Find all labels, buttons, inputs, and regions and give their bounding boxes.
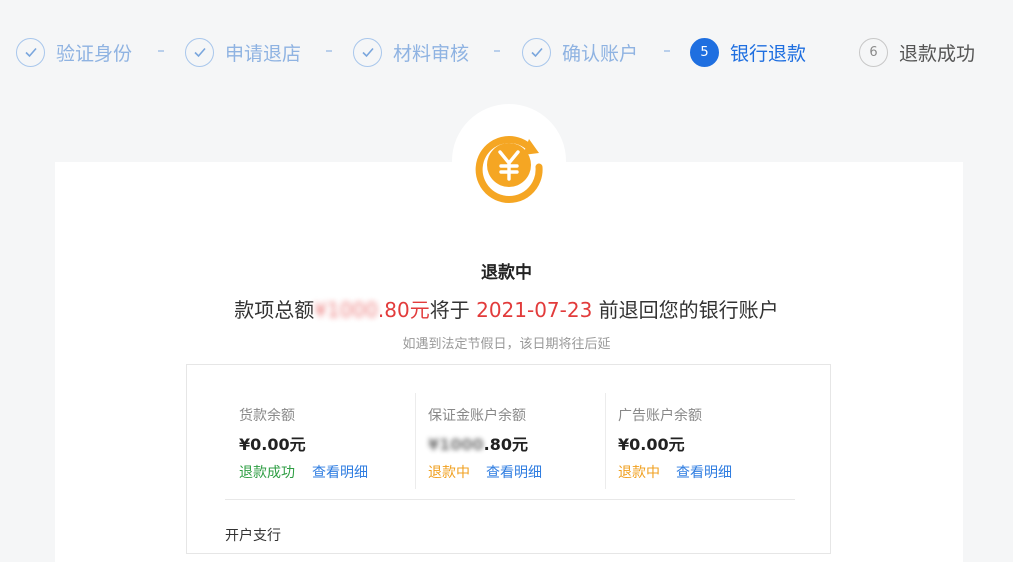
check-icon [353,37,382,67]
step-separator [326,50,332,52]
refund-suffix: 前退回您的银行账户 [592,298,779,322]
refund-amount-masked: ¥1000 [314,298,378,322]
balance-amount: ¥0.00元 [239,435,306,454]
divider [225,499,795,500]
balance-status: 退款中 [618,465,660,481]
step-refund-success: 6 退款成功 [859,36,975,68]
balance-amount-visible: .80元 [483,435,529,454]
balance-label: 广告账户余额 [618,408,702,424]
view-details-link[interactable]: 查看明细 [676,462,732,482]
balance-columns: 货款余额 ¥0.00元 退款成功 查看明细 保证金账户余额 ¥1000.80元 … [187,365,832,499]
step-apply-close-store: 申请退店 [185,36,301,68]
column-divider [415,393,416,489]
refund-mid-text: 将于 [429,298,477,322]
step-separator [158,50,164,52]
step-bank-refund: 5 银行退款 [690,36,806,68]
holiday-note: 如遇到法定节假日，该日期将往后延 [402,337,611,352]
balance-detail-box: 货款余额 ¥0.00元 退款成功 查看明细 保证金账户余额 ¥1000.80元 … [186,364,831,554]
deposit-balance-column: 保证金账户余额 ¥1000.80元 退款中 查看明细 [428,365,598,499]
yen-refund-icon [475,136,543,203]
step-label: 验证身份 [56,42,133,65]
column-divider [605,393,606,489]
step-label: 退款成功 [899,42,976,65]
step-separator [494,50,500,52]
step-label: 申请退店 [225,42,302,65]
step-number: 6 [859,37,888,67]
refund-summary: 款项总额¥1000.80元将于 2021-07-23 前退回您的银行账户 [0,294,1013,323]
step-number: 5 [690,37,719,67]
check-icon [16,37,45,67]
refund-status-title: 退款中 [481,263,532,283]
check-icon [522,37,551,67]
view-details-link[interactable]: 查看明细 [312,462,368,482]
step-verify-identity: 验证身份 [16,36,132,68]
step-label: 材料审核 [393,42,470,65]
step-confirm-account: 确认账户 [522,36,638,68]
refund-amount: .80元 [377,298,430,322]
view-details-link[interactable]: 查看明细 [486,462,542,482]
balance-status: 退款成功 [239,465,295,481]
refund-prefix: 款项总额 [234,298,315,322]
bank-branch-label: 开户支行 [225,528,281,544]
balance-status: 退款中 [428,465,470,481]
balance-label: 保证金账户余额 [428,408,526,424]
refund-date: 2021-07-23 [476,298,593,322]
ad-balance-column: 广告账户余额 ¥0.00元 退款中 查看明细 [618,365,788,499]
check-icon [185,37,214,67]
refund-progress-stepper: 验证身份 申请退店 材料审核 确认账户 5 银行退款 6 退款成功 [0,0,1013,104]
balance-amount: ¥0.00元 [618,435,685,454]
step-label: 银行退款 [730,42,807,65]
step-separator [664,50,670,52]
step-material-review: 材料审核 [353,36,469,68]
step-label: 确认账户 [562,42,639,65]
balance-label: 货款余额 [239,408,295,424]
balance-amount-masked: ¥1000 [428,435,484,454]
goods-balance-column: 货款余额 ¥0.00元 退款成功 查看明细 [239,365,409,499]
balance-amount: ¥1000.80元 [428,431,528,455]
